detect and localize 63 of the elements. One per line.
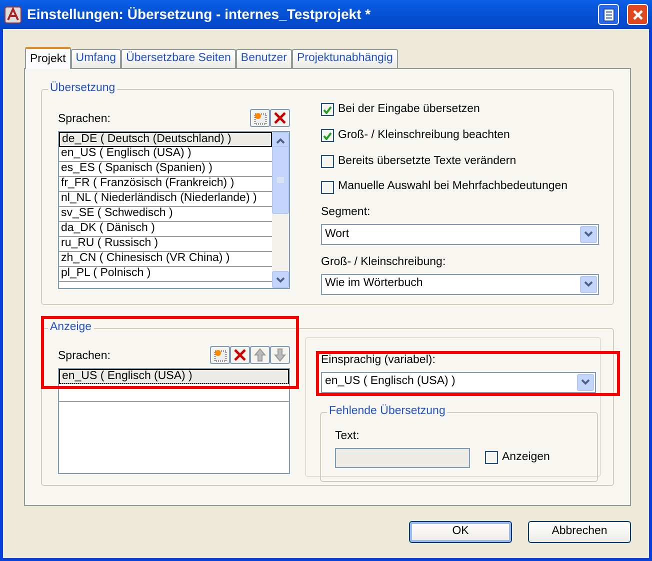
checkbox[interactable] bbox=[321, 129, 334, 142]
document-icon bbox=[602, 8, 616, 22]
list-item[interactable]: ru_RU ( Russisch ) bbox=[59, 237, 272, 252]
add-button[interactable] bbox=[250, 109, 270, 127]
new-item-icon bbox=[213, 348, 227, 362]
field-label: Segment: bbox=[321, 206, 372, 220]
scrollbar[interactable] bbox=[272, 132, 289, 288]
check-icon bbox=[323, 132, 332, 140]
list-item[interactable]: zh_CN ( Chinesisch (VR China) ) bbox=[59, 252, 272, 267]
dropdown-field[interactable]: Wort bbox=[321, 224, 599, 245]
field-label: Einsprachig (variabel): bbox=[321, 354, 436, 368]
field-label: Text: bbox=[335, 430, 360, 444]
list-item[interactable]: da_DK ( Dänisch ) bbox=[59, 222, 272, 237]
close-button[interactable] bbox=[627, 4, 648, 25]
checkbox-label: Manuelle Auswahl bei Mehrfachbedeutungen bbox=[338, 180, 568, 194]
checkbox-label: Bei der Eingabe übersetzen bbox=[338, 103, 480, 117]
dn-button[interactable] bbox=[270, 346, 290, 364]
ok-button[interactable]: OK bbox=[409, 521, 512, 543]
delete-icon bbox=[273, 111, 287, 125]
tab[interactable]: Projekt bbox=[25, 47, 71, 69]
list-item[interactable]: nl_NL ( Niederländisch (Niederlande) ) bbox=[59, 192, 272, 207]
up-button[interactable] bbox=[250, 346, 270, 364]
dropdown-field[interactable]: en_US ( Englisch (USA) ) bbox=[321, 372, 596, 393]
delete-icon bbox=[233, 348, 247, 362]
tab[interactable]: Übersetzbare Seiten bbox=[121, 49, 236, 68]
checkbox-label: Groß- / Kleinschreibung beachten bbox=[338, 128, 510, 143]
list-label: Sprachen: bbox=[58, 350, 110, 364]
cancel-button[interactable]: Abbrechen bbox=[528, 521, 631, 543]
checkbox[interactable] bbox=[321, 103, 334, 116]
app-icon bbox=[4, 6, 22, 24]
arrow-up-icon bbox=[253, 348, 267, 362]
close-icon bbox=[632, 8, 644, 20]
group-title: Anzeige bbox=[48, 321, 94, 335]
checkbox[interactable] bbox=[485, 451, 498, 464]
del-button[interactable] bbox=[230, 346, 250, 364]
del-button[interactable] bbox=[270, 109, 290, 127]
new-item-icon bbox=[253, 111, 267, 125]
tab[interactable]: Umfang bbox=[70, 49, 122, 68]
checkbox[interactable] bbox=[321, 154, 334, 168]
arrow-down-icon bbox=[273, 348, 287, 362]
list-item[interactable]: fr_FR ( Französisch (Frankreich) ) bbox=[59, 177, 272, 192]
checkbox-label: Anzeigen bbox=[502, 450, 550, 465]
tab[interactable]: Projektunabhängig bbox=[292, 49, 398, 68]
check-icon bbox=[323, 106, 332, 114]
group-title: Fehlende Übersetzung bbox=[327, 404, 448, 419]
checkbox[interactable] bbox=[321, 180, 334, 194]
list-label: Sprachen: bbox=[58, 113, 110, 127]
list-item[interactable]: en_US ( Englisch (USA) ) bbox=[59, 369, 289, 384]
checkbox-label: Bereits übersetzte Texte verändern bbox=[338, 154, 516, 168]
list-item[interactable]: es_ES ( Spanisch (Spanien) ) bbox=[59, 162, 272, 177]
field-label: Groß- / Kleinschreibung: bbox=[321, 256, 447, 270]
list-item[interactable]: en_US ( Englisch (USA) ) bbox=[59, 147, 272, 162]
list-item[interactable]: de_DE ( Deutsch (Deutschland) ) bbox=[59, 132, 272, 147]
list-item[interactable]: pl_PL ( Polnisch ) bbox=[59, 267, 272, 282]
add-button[interactable] bbox=[210, 346, 230, 364]
list-item[interactable]: sv_SE ( Schwedisch ) bbox=[59, 207, 272, 222]
tab[interactable]: Benutzer bbox=[236, 49, 292, 68]
window-title: Einstellungen: Übersetzung - internes_Testprojekt * bbox=[27, 6, 372, 23]
help-button[interactable] bbox=[598, 4, 619, 25]
dropdown-field[interactable]: Wie im Wörterbuch bbox=[321, 274, 599, 295]
scroll-up-icon bbox=[276, 138, 285, 144]
grip-icon bbox=[277, 177, 284, 183]
group-title: Übersetzung bbox=[48, 82, 118, 96]
